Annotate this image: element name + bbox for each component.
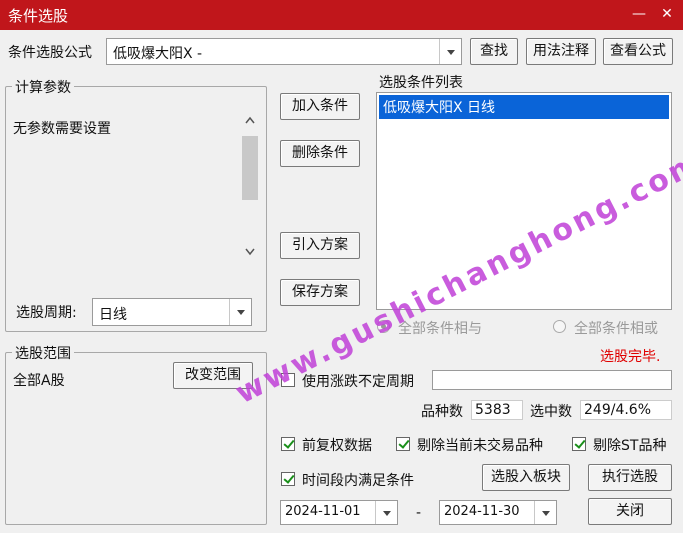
minimize-icon[interactable]: — (628, 3, 650, 25)
date-separator: - (416, 505, 422, 521)
status-text: 选股完毕. (600, 349, 661, 365)
condition-list-label: 选股条件列表 (379, 75, 463, 91)
find-button[interactable]: 查找 (470, 38, 518, 65)
chevron-down-icon[interactable] (534, 501, 556, 524)
delete-condition-button[interactable]: 删除条件 (280, 140, 360, 167)
remove-st-label: 剔除ST品种 (593, 438, 667, 454)
params-text: 无参数需要设置 (13, 121, 111, 137)
chevron-down-icon[interactable] (439, 39, 461, 64)
period-select[interactable]: 日线 (92, 298, 252, 326)
formula-value: 低吸爆大阳X - (113, 46, 203, 62)
params-scrollbar[interactable] (240, 108, 260, 264)
period-value: 日线 (99, 307, 127, 323)
selected-value: 249/4.6% (580, 400, 672, 420)
params-group-label: 计算参数 (12, 77, 74, 97)
date-from-select[interactable]: 2024-11-01 (280, 500, 398, 525)
radio-or-label: 全部条件相或 (574, 321, 658, 337)
scope-text: 全部A股 (13, 373, 65, 389)
scope-group-label: 选股范围 (12, 343, 74, 363)
formula-label: 条件选股公式 (8, 45, 92, 61)
date-to-select[interactable]: 2024-11-30 (439, 500, 557, 525)
to-block-button[interactable]: 选股入板块 (482, 464, 570, 491)
remove-untraded-label: 剔除当前未交易品种 (417, 438, 543, 454)
count-label: 品种数 (421, 404, 463, 420)
view-formula-button[interactable]: 查看公式 (603, 38, 673, 65)
import-plan-button[interactable]: 引入方案 (280, 232, 360, 259)
checkbox-icon[interactable] (281, 437, 295, 451)
count-value: 5383 (471, 400, 523, 420)
window: 条件选股 — ✕ 条件选股公式 低吸爆大阳X - 查找 用法注释 查看公式 计算… (0, 0, 683, 533)
save-plan-button[interactable]: 保存方案 (280, 279, 360, 306)
period-label: 选股周期: (16, 305, 77, 321)
close-icon[interactable]: ✕ (656, 3, 678, 25)
volatile-period-input[interactable] (432, 370, 672, 390)
execute-button[interactable]: 执行选股 (588, 464, 672, 491)
checkbox-icon[interactable] (572, 437, 586, 451)
chevron-down-icon[interactable] (375, 501, 397, 524)
fq-label: 前复权数据 (302, 438, 372, 454)
checkbox-icon[interactable] (396, 437, 410, 451)
checkbox-icon[interactable] (281, 472, 295, 486)
selected-label: 选中数 (530, 404, 572, 420)
date-from-value: 2024-11-01 (285, 504, 361, 519)
title-bar: 条件选股 — ✕ (0, 0, 683, 30)
add-condition-button[interactable]: 加入条件 (280, 93, 360, 120)
date-to-value: 2024-11-30 (444, 504, 520, 519)
radio-icon[interactable] (553, 320, 566, 333)
close-button[interactable]: 关闭 (588, 498, 672, 525)
period-cond-label: 时间段内满足条件 (302, 473, 414, 489)
scroll-up-icon[interactable] (240, 108, 260, 264)
list-item[interactable]: 低吸爆大阳X 日线 (379, 95, 669, 119)
formula-select[interactable]: 低吸爆大阳X - (106, 38, 462, 65)
usage-notes-button[interactable]: 用法注释 (526, 38, 596, 65)
chevron-down-icon[interactable] (229, 299, 251, 325)
window-title: 条件选股 (8, 7, 69, 25)
